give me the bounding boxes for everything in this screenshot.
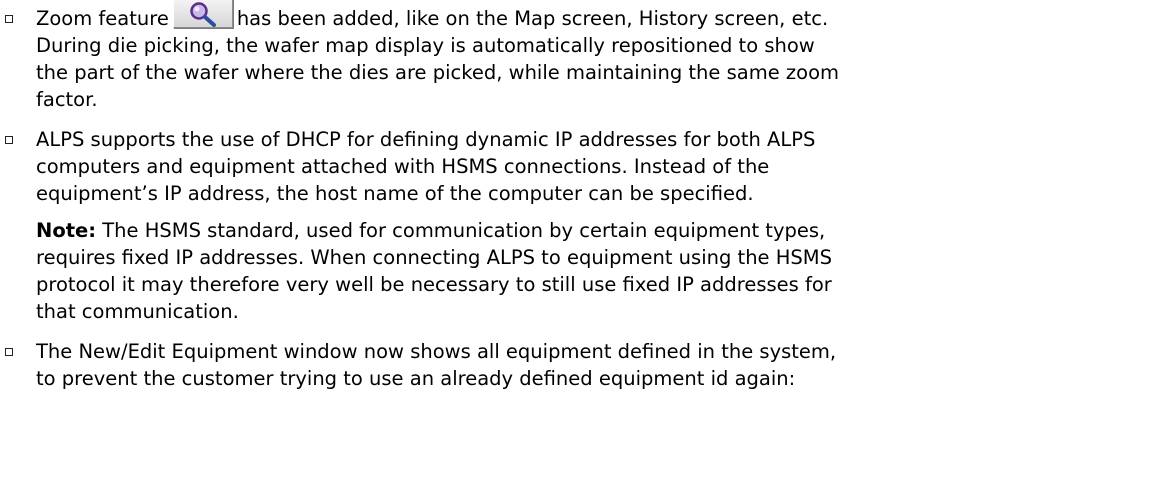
text-line: to prevent the customer trying to use an… xyxy=(36,367,796,390)
text-line: Zoom feature has been added, like on the … xyxy=(36,0,1175,32)
text-line: computers and equipment attached with HS… xyxy=(36,155,770,178)
text-line: The New/Edit Equipment window now shows … xyxy=(36,340,837,363)
text-line: that communication. xyxy=(36,300,239,323)
bullet-box-icon xyxy=(5,15,13,23)
text-line: ALPS supports the use of DHCP for defini… xyxy=(36,128,816,151)
magnifier-zoom-icon xyxy=(172,0,233,28)
text-line: protocol it may therefore very well be n… xyxy=(36,273,832,296)
text-after-icon: has been added, like on the Map screen, … xyxy=(236,7,829,30)
text-line: the part of the wafer where the dies are… xyxy=(36,61,839,84)
text-line: requires fixed IP addresses. When connec… xyxy=(36,246,832,269)
bullet-box-icon xyxy=(5,348,13,356)
text-line: Note: The HSMS standard, used for commun… xyxy=(36,217,1175,244)
text-before-icon: Zoom feature xyxy=(36,7,169,30)
text-line: equipment’s IP address, the host name of… xyxy=(36,182,754,205)
bullet-box-icon xyxy=(5,136,13,144)
bullet-text: Zoom feature has been added, like on the … xyxy=(36,0,1175,113)
text-line: During die picking, the wafer map displa… xyxy=(36,34,815,57)
document-page: Zoom feature has been added, like on the … xyxy=(0,0,1175,491)
bullet-text: ALPS supports the use of DHCP for defini… xyxy=(36,126,1175,207)
note-first-line: The HSMS standard, used for communicatio… xyxy=(96,219,826,242)
text-line: factor. xyxy=(36,88,98,111)
bullet-text: The New/Edit Equipment window now shows … xyxy=(36,338,1175,392)
note-text: Note: The HSMS standard, used for commun… xyxy=(36,217,1175,325)
note-label: Note: xyxy=(36,219,97,242)
